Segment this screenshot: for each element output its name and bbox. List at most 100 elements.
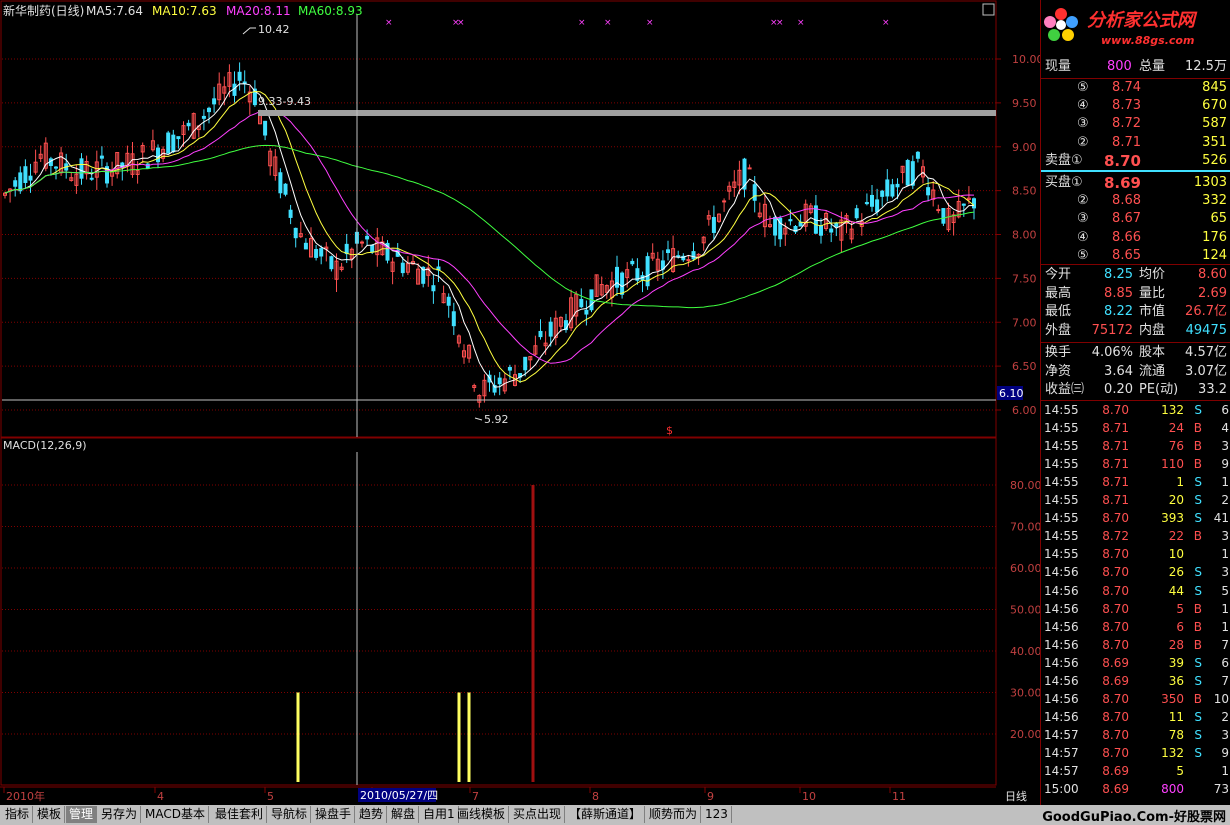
toolbar-button[interactable]: 解盘	[388, 806, 420, 823]
toolbar-button[interactable]: 顺势而为	[646, 806, 702, 823]
signal-marker: ×	[578, 18, 586, 28]
toolbar-button[interactable]: 【薛斯通道】	[566, 806, 646, 823]
candle-body	[538, 330, 543, 338]
candle-body	[686, 259, 691, 262]
high-label: 10.42	[258, 23, 290, 36]
candle-body	[615, 266, 619, 288]
date-tick: 10	[802, 790, 816, 803]
date-tick: 9	[707, 790, 714, 803]
candle-body	[905, 160, 910, 186]
indicator-tick: 40.00	[1010, 645, 1040, 658]
price-tick: 6.00	[1012, 404, 1037, 417]
tick-row: 14:55 8.71 20 S 2	[1044, 493, 1229, 508]
tick-row: 14:56 8.70 350 B 10	[1044, 691, 1229, 706]
candle-body	[186, 122, 191, 127]
ask-row: ⑤ 8.74 845	[1077, 80, 1227, 95]
candle-body	[283, 183, 288, 195]
toolbar-button[interactable]: 操盘手	[312, 806, 356, 823]
candle-body	[880, 190, 885, 197]
ma10-value: MA10:7.63	[152, 4, 217, 18]
stock-name: 新华制药(日线)	[3, 3, 84, 18]
candle-body	[156, 147, 160, 163]
candle-body	[329, 256, 334, 270]
candle-body	[584, 309, 589, 315]
ma5-value: MA5:7.64	[86, 4, 143, 18]
candle-body	[365, 235, 370, 240]
stat-row: 最高 8.85 量比 2.69	[1045, 285, 1227, 301]
price-tick: 9.00	[1012, 141, 1037, 154]
site-logo[interactable]: 分析家公式网 www.88gs.com	[1041, 0, 1230, 56]
candle-body	[620, 272, 625, 295]
toolbar-button[interactable]: 画线模板	[454, 806, 510, 823]
stat-row: 最低 8.22 市值 26.7亿	[1045, 304, 1227, 319]
tick-row: 14:57 8.69 5 1	[1044, 764, 1229, 778]
watermark: GoodGuPiao.Com-好股票网	[1042, 810, 1226, 825]
tick-row: 14:56 8.69 39 S 6	[1044, 655, 1229, 670]
fin-row: 净资 3.64 流通 3.07亿	[1045, 363, 1227, 379]
signal-marker: ×	[797, 18, 805, 28]
candle-body	[278, 172, 283, 194]
tick-row: 14:55 8.71 24 B 4	[1044, 421, 1229, 436]
tick-row: 14:55 8.70 393 S 41	[1044, 511, 1229, 526]
tick-row: 14:56 8.69 36 S 7	[1044, 673, 1229, 688]
tick-row: 14:56 8.70 11 S 2	[1044, 709, 1229, 724]
tick-row: 14:55 8.71 110 B 9	[1044, 457, 1229, 472]
candle-body	[961, 203, 966, 206]
date-tick: 11	[892, 790, 906, 803]
candle-body	[28, 175, 33, 181]
bid-row: ② 8.68 332	[1077, 193, 1227, 209]
candle-body	[497, 377, 502, 385]
signal-marker: ×	[604, 18, 612, 28]
toolbar-button[interactable]: 123	[702, 806, 732, 823]
toolbar-button[interactable]: 最佳套利	[212, 806, 268, 823]
candle-body	[936, 209, 941, 212]
toolbar-button[interactable]: 另存为	[98, 806, 142, 823]
kline-chart-area[interactable]: 9.33-9.43 10.42 5.92 6.10 $ × × × × × × × × × × 1…	[0, 0, 1044, 805]
date-tick: 5	[267, 790, 274, 803]
toolbar-button[interactable]: 管理	[66, 806, 98, 823]
fin-row: 换手 4.06% 股本 4.57亿	[1045, 345, 1227, 360]
toolbar-button[interactable]: 买点出现	[510, 806, 566, 823]
tick-row: 15:00 8.69 800 73	[1044, 782, 1229, 797]
indicator-tick: 50.00	[1010, 604, 1040, 617]
cursor-date: 2010/05/27/四	[360, 789, 438, 802]
candle-body	[579, 298, 584, 308]
tick-row: 14:55 8.70 132 S 6	[1044, 403, 1229, 417]
candle-body	[752, 184, 757, 201]
signal-marker: ×	[457, 18, 465, 28]
price-tick: 7.00	[1012, 316, 1037, 329]
candle-body	[171, 134, 176, 153]
kline-chart-svg[interactable]: 9.33-9.43 10.42 5.92 6.10 $ × ×× × × × ×× × × 1…	[0, 0, 1044, 805]
candle-body	[13, 180, 18, 187]
toolbar-button[interactable]: 模板	[34, 806, 66, 823]
toolbar-button[interactable]: MACD基本	[142, 806, 209, 823]
toolbar-button[interactable]: 指标	[2, 806, 34, 823]
candle-body	[834, 222, 839, 227]
candle-body	[288, 209, 293, 218]
signal-marker: ×	[882, 18, 890, 28]
tick-row: 14:55 8.71 1 S 1	[1044, 475, 1229, 490]
ma20-value: MA20:8.11	[226, 4, 291, 18]
band-label: 9.33-9.43	[258, 95, 311, 108]
candle-body	[829, 228, 834, 233]
candle-body	[451, 311, 456, 327]
candle-body	[360, 241, 364, 244]
toolbar-button[interactable]: 自用1	[420, 806, 459, 823]
candle-body	[303, 242, 308, 250]
candle-body	[507, 366, 512, 371]
ma60-value: MA60:8.93	[298, 4, 363, 18]
price-tick: 10.00	[1012, 53, 1040, 66]
candle-body	[314, 249, 319, 258]
low-label: 5.92	[484, 413, 509, 426]
indicator-tick: 80.00	[1010, 479, 1040, 492]
toolbar-button[interactable]: 趋势	[356, 806, 388, 823]
date-tick: 8	[592, 790, 599, 803]
candle-body	[895, 183, 900, 188]
period-label[interactable]: 日线	[1005, 789, 1027, 803]
toolbar-button[interactable]: 导航标	[268, 806, 312, 823]
price-tick: 8.00	[1012, 229, 1037, 242]
candle-body	[915, 151, 920, 159]
candle-body	[788, 219, 793, 222]
stat-row: 今开 8.25 均价 8.60	[1045, 267, 1227, 282]
logo-title: 分析家公式网	[1087, 10, 1195, 31]
